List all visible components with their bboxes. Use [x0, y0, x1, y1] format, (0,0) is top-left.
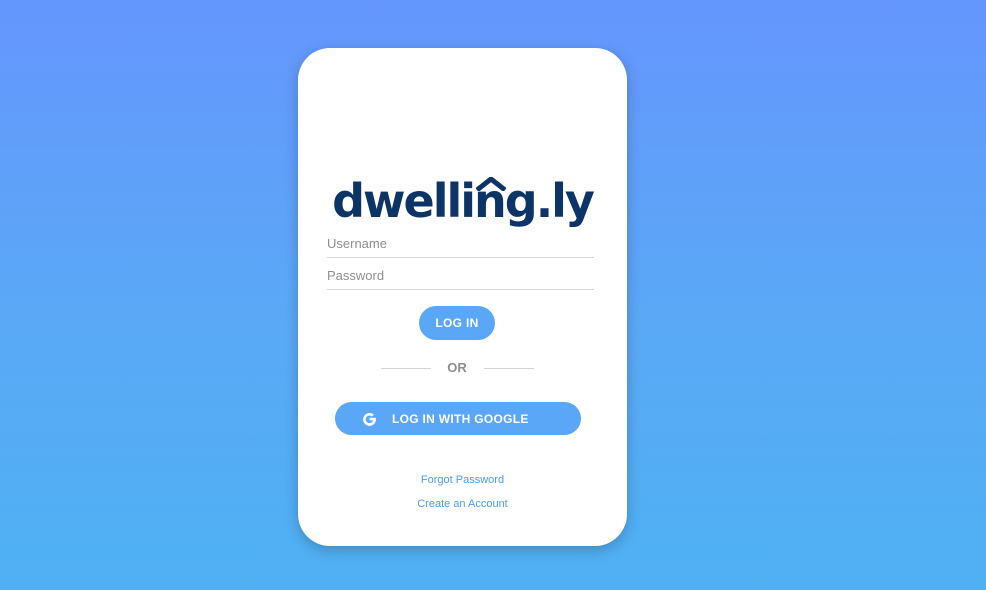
divider-line-left	[381, 368, 431, 369]
create-account-link[interactable]: Create an Account	[298, 498, 627, 510]
forgot-password-link[interactable]: Forgot Password	[298, 474, 627, 486]
google-login-button[interactable]: LOG IN WITH GOOGLE	[335, 402, 581, 435]
house-roof-icon	[476, 177, 507, 191]
logo-text-part1: dwelli	[332, 174, 476, 228]
divider-line-right	[484, 368, 534, 369]
logo-text-part3: g.ly	[504, 174, 595, 228]
password-input[interactable]	[327, 268, 594, 290]
login-card: dwelling.ly LOG IN OR LOG IN WITH GOOGLE…	[298, 48, 627, 546]
login-button[interactable]: LOG IN	[419, 306, 495, 340]
logo-house-n: n	[474, 177, 507, 224]
username-input[interactable]	[327, 236, 594, 258]
google-g-icon	[363, 412, 376, 426]
dwellingly-logo: dwelli ng.ly	[298, 177, 627, 224]
google-login-label: LOG IN WITH GOOGLE	[392, 412, 529, 426]
or-divider-text: OR	[447, 360, 467, 375]
